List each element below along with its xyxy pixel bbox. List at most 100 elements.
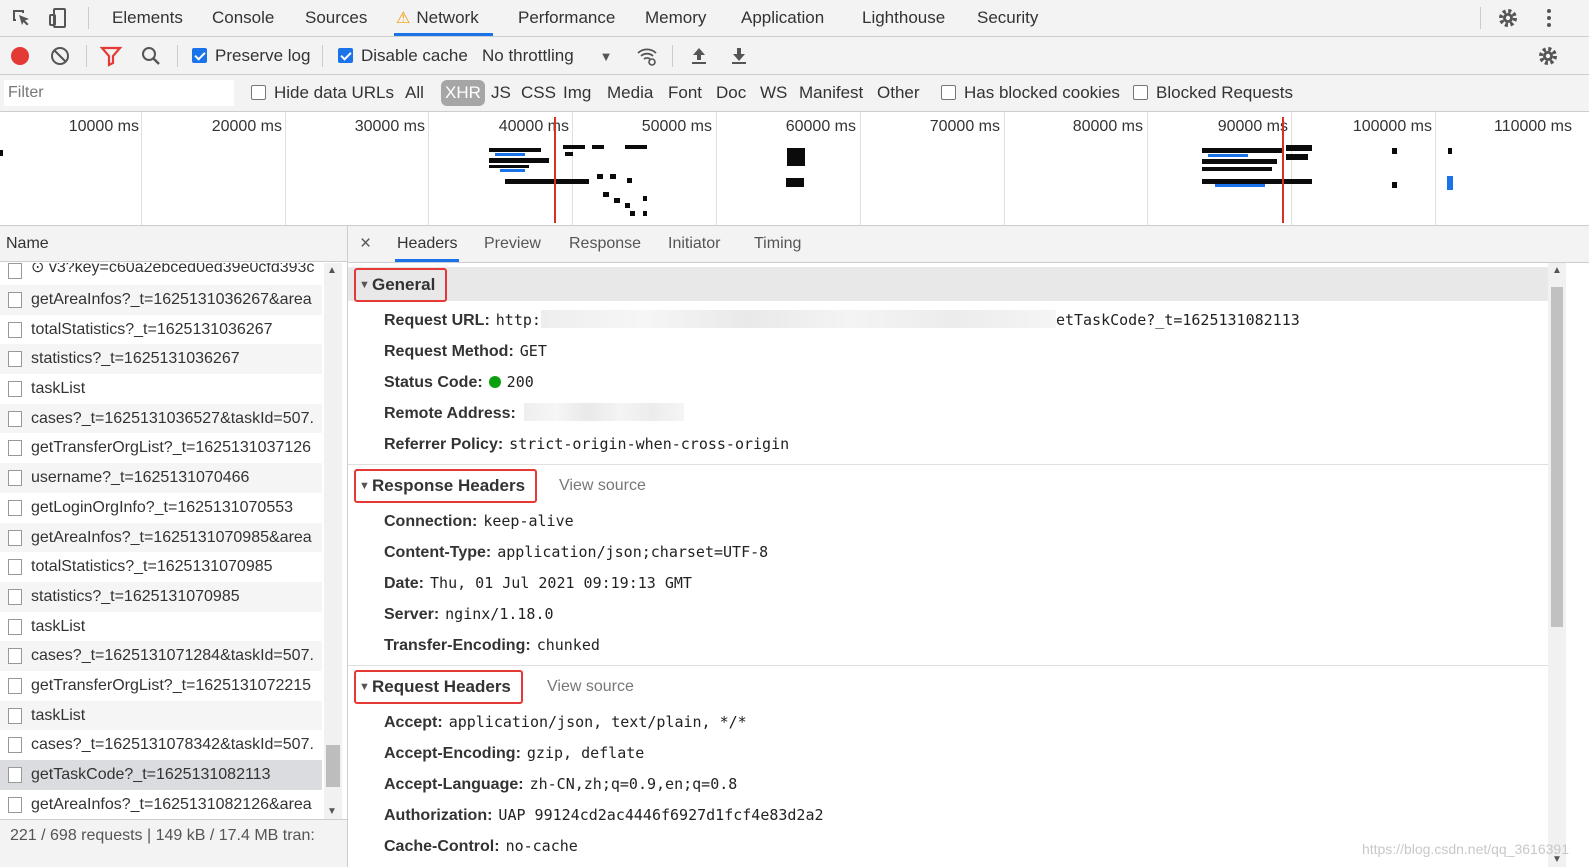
checkbox-unchecked-icon (1133, 85, 1148, 100)
device-toolbar-icon[interactable] (47, 7, 69, 29)
file-icon (8, 618, 22, 635)
tab-timing[interactable]: Timing (754, 226, 801, 262)
request-list-scrollbar[interactable]: ▲ ▼ (324, 263, 342, 819)
tab-response[interactable]: Response (569, 226, 641, 262)
preserve-log-checkbox[interactable]: Preserve log (192, 37, 310, 74)
network-settings-gear-icon[interactable] (1537, 45, 1559, 67)
more-options-icon[interactable] (1538, 7, 1560, 29)
request-view-source-link[interactable]: View source (547, 672, 634, 702)
record-icon[interactable] (9, 45, 31, 67)
request-row[interactable]: statistics?_t=1625131070985 (0, 581, 322, 612)
request-url-row: Request URL: http: etTaskCode?_t=162513108… (384, 310, 1300, 329)
request-method-row: Request Method: GET (384, 342, 547, 360)
request-row[interactable]: cases?_t=1625131071284&taskId=507. (0, 641, 322, 671)
filter-type-media[interactable]: Media (607, 75, 653, 111)
scroll-down-icon[interactable]: ▼ (327, 806, 337, 817)
request-headers-section-title[interactable]: ▼ Request Headers (354, 670, 523, 704)
scroll-up-icon[interactable]: ▲ (327, 265, 337, 276)
hide-data-urls-checkbox[interactable]: Hide data URLs (251, 75, 394, 111)
throttling-select[interactable]: No throttling ▼ (482, 37, 613, 74)
filter-type-js[interactable]: JS (491, 75, 511, 111)
file-icon (8, 440, 22, 457)
response-headers-section-title[interactable]: ▼ Response Headers (354, 469, 538, 503)
name-column-header[interactable]: Name (0, 226, 347, 262)
tab-memory[interactable]: Memory (643, 0, 708, 36)
close-detail-button[interactable]: × (360, 226, 371, 262)
export-har-icon[interactable] (728, 45, 750, 67)
tab-console[interactable]: Console (210, 0, 276, 36)
request-row[interactable]: getAreaInfos?_t=1625131036267&area (0, 285, 322, 315)
scrollbar-thumb[interactable] (326, 745, 340, 787)
request-row[interactable]: getLoginOrgInfo?_t=1625131070553 (0, 493, 322, 523)
filter-type-font[interactable]: Font (668, 75, 702, 111)
network-overview-timeline[interactable]: 10000 ms 20000 ms 30000 ms 40000 ms 5000… (0, 112, 1589, 226)
request-header-row: Accept-Encoding: gzip, deflate (384, 744, 645, 762)
network-toolbar: Preserve log Disable cache No throttling… (0, 37, 1589, 75)
request-row-selected[interactable]: getTaskCode?_t=1625131082113 (0, 760, 322, 790)
inspect-element-icon[interactable] (10, 7, 32, 29)
tab-security[interactable]: Security (975, 0, 1040, 36)
tab-lighthouse[interactable]: Lighthouse (860, 0, 947, 36)
scroll-up-icon[interactable]: ▲ (1552, 265, 1562, 276)
filter-input[interactable] (4, 80, 234, 106)
request-row[interactable]: getTransferOrgList?_t=1625131037126 (0, 433, 322, 463)
disable-cache-checkbox[interactable]: Disable cache (338, 37, 468, 74)
tab-initiator[interactable]: Initiator (668, 226, 720, 262)
filter-bar: Hide data URLs All XHR JS CSS Img Media … (0, 75, 1589, 112)
request-row[interactable]: getAreaInfos?_t=1625131082126&area (0, 790, 322, 819)
scrollbar-thumb[interactable] (1551, 287, 1563, 627)
status-ok-icon (488, 376, 501, 388)
file-icon (8, 470, 22, 487)
response-view-source-link[interactable]: View source (559, 471, 646, 501)
filter-icon[interactable] (100, 45, 122, 67)
tab-application[interactable]: Application (739, 0, 826, 36)
request-row[interactable]: getTransferOrgList?_t=1625131072215 (0, 671, 322, 701)
blocked-requests-checkbox[interactable]: Blocked Requests (1133, 75, 1293, 111)
request-row[interactable]: cases?_t=1625131078342&taskId=507. (0, 730, 322, 760)
request-row[interactable]: taskList (0, 612, 322, 642)
clear-icon[interactable] (49, 45, 71, 67)
timeline-tick: 50000 ms (641, 118, 712, 135)
file-icon (8, 351, 22, 368)
settings-gear-icon[interactable] (1497, 7, 1519, 29)
file-icon (8, 588, 22, 605)
request-row[interactable]: totalStatistics?_t=1625131070985 (0, 552, 322, 582)
network-conditions-icon[interactable] (636, 45, 658, 67)
response-header-row: Server: nginx/1.18.0 (384, 605, 554, 623)
response-headers-section-header[interactable]: ▼ Response Headers View source (348, 469, 1548, 503)
tab-preview[interactable]: Preview (484, 226, 541, 262)
tab-elements[interactable]: Elements (110, 0, 185, 36)
tab-performance[interactable]: Performance (516, 0, 617, 36)
general-section-title[interactable]: ▼ General (354, 268, 448, 302)
devtools-tabbar: Elements Console Sources ⚠ Network Perfor… (0, 0, 1589, 37)
request-row[interactable]: statistics?_t=1625131036267 (0, 344, 322, 375)
checkbox-unchecked-icon (941, 85, 956, 100)
request-row[interactable]: cases?_t=1625131036527&taskId=507. (0, 403, 322, 434)
request-row[interactable]: taskList (0, 700, 322, 731)
request-row[interactable]: username?_t=1625131070466 (0, 463, 322, 493)
request-row[interactable]: totalStatistics?_t=1625131036267 (0, 315, 322, 345)
tab-sources[interactable]: Sources (303, 0, 369, 36)
request-headers-section-header[interactable]: ▼ Request Headers View source (348, 670, 1548, 704)
detail-scrollbar[interactable]: ▲ ▼ (1548, 263, 1566, 867)
file-icon (8, 767, 22, 783)
request-row[interactable]: ⊙ v3?key=c60a2ebced0ed39e0cfd393c (0, 263, 322, 285)
request-row[interactable]: getAreaInfos?_t=1625131070985&area (0, 522, 322, 553)
filter-type-other[interactable]: Other (877, 75, 920, 111)
filter-type-img[interactable]: Img (563, 75, 591, 111)
filter-type-ws[interactable]: WS (760, 75, 787, 111)
tab-network[interactable]: ⚠ Network (394, 0, 493, 36)
request-header-row: Accept-Language: zh-CN,zh;q=0.9,en;q=0.8 (384, 775, 738, 793)
has-blocked-cookies-checkbox[interactable]: Has blocked cookies (941, 75, 1120, 111)
filter-type-manifest[interactable]: Manifest (799, 75, 863, 111)
request-row[interactable]: taskList (0, 374, 322, 404)
search-icon[interactable] (140, 45, 162, 67)
import-har-icon[interactable] (688, 45, 710, 67)
filter-type-xhr[interactable]: XHR (441, 80, 485, 106)
filter-type-doc[interactable]: Doc (716, 75, 746, 111)
filter-type-all[interactable]: All (405, 75, 424, 111)
watermark: https://blog.csdn.net/qq_3616391 (1361, 841, 1569, 857)
tab-headers[interactable]: Headers (395, 226, 460, 262)
general-section-header[interactable]: ▼ General (348, 267, 1548, 302)
filter-type-css[interactable]: CSS (521, 75, 556, 111)
